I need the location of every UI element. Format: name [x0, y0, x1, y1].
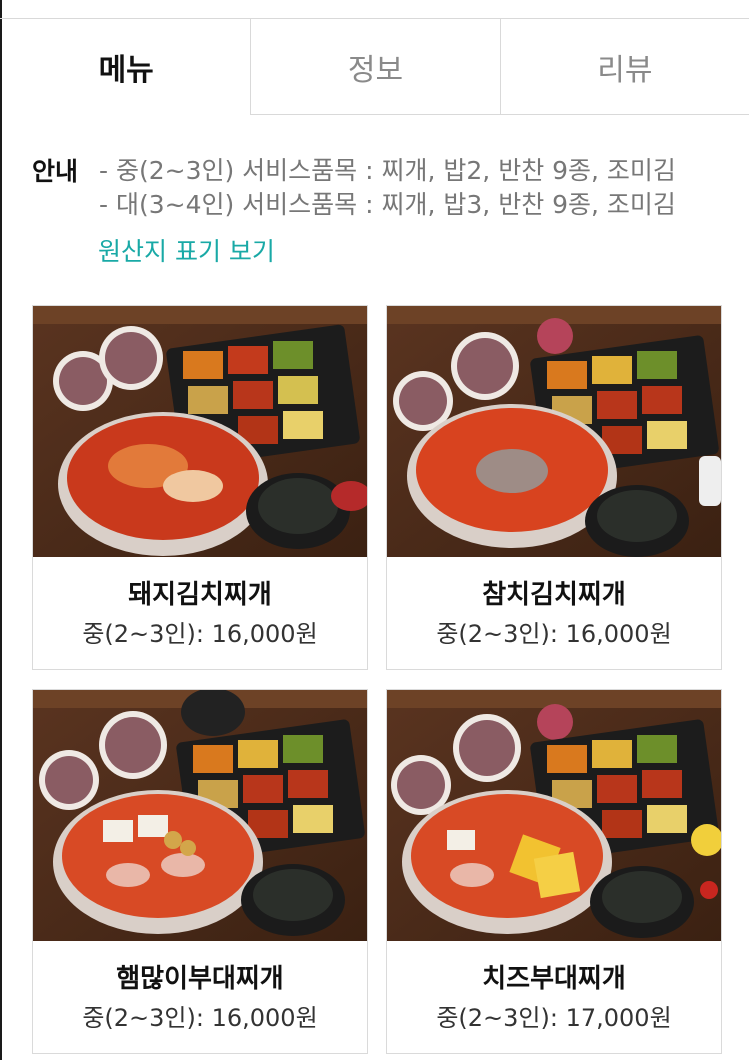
- tab-reviews[interactable]: 리뷰: [499, 19, 749, 115]
- menu-item-name: 치즈부대찌개: [482, 964, 626, 994]
- tab-bar: 메뉴 정보 리뷰: [2, 19, 749, 115]
- origin-info-link[interactable]: 원산지 표기 보기: [98, 232, 275, 268]
- menu-item-price: 중(2~3인): 16,000원: [436, 620, 672, 648]
- menu-item-price: 중(2~3인): 17,000원: [436, 1004, 672, 1032]
- tab-menu[interactable]: 메뉴: [2, 19, 251, 115]
- menu-card[interactable]: 참치김치찌개 중(2~3인): 16,000원: [386, 305, 722, 670]
- notice-line-medium: - 중(2~3인) 서비스품목 : 찌개, 밥2, 반찬 9종, 조미김: [99, 156, 676, 185]
- food-photo: [33, 690, 367, 941]
- tab-info[interactable]: 정보: [250, 19, 500, 115]
- menu-item-price: 중(2~3인): 16,000원: [82, 620, 318, 648]
- menu-item-price: 중(2~3인): 16,000원: [82, 1004, 318, 1032]
- menu-card[interactable]: 돼지김치찌개 중(2~3인): 16,000원: [32, 305, 368, 670]
- food-photo: [387, 306, 721, 557]
- menu-item-name: 돼지김치찌개: [128, 580, 272, 610]
- menu-item-name: 햄많이부대찌개: [116, 964, 284, 994]
- food-photo: [33, 306, 367, 557]
- notice-line-large: - 대(3~4인) 서비스품목 : 찌개, 밥3, 반찬 9종, 조미김: [99, 190, 676, 219]
- menu-card[interactable]: 햄많이부대찌개 중(2~3인): 16,000원: [32, 689, 368, 1054]
- food-photo: [387, 690, 721, 941]
- menu-item-name: 참치김치찌개: [482, 580, 626, 610]
- notice-label: 안내: [32, 157, 79, 186]
- menu-card[interactable]: 치즈부대찌개 중(2~3인): 17,000원: [386, 689, 722, 1054]
